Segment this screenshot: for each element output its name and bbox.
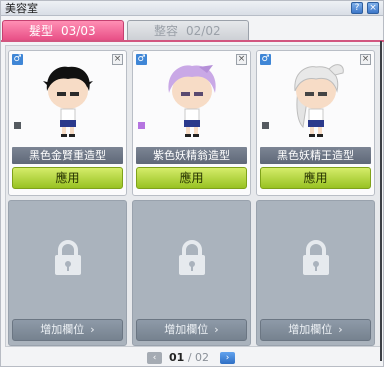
title-bar[interactable]: 美容室 ? × bbox=[1, 1, 383, 16]
add-slot-button[interactable]: 增加欄位 › bbox=[136, 319, 247, 341]
slot-panel: ♂ × 黑色金賢重造型 應用 ♂ × 紫色妖精翁造型 應用 ♂ × 黑色妖精王造… bbox=[5, 45, 381, 347]
page-indicator: 01 / 02 bbox=[169, 351, 209, 364]
add-slot-label: 增加欄位 bbox=[40, 323, 85, 336]
tab-face-label: 整容 bbox=[154, 24, 179, 38]
delete-icon[interactable]: × bbox=[112, 54, 123, 65]
hairstyle-card-2[interactable]: ♂ × 紫色妖精翁造型 應用 bbox=[132, 50, 251, 196]
color-swatch bbox=[14, 122, 21, 129]
total-pages: 02 bbox=[195, 351, 210, 364]
character-avatar bbox=[43, 66, 93, 137]
hairstyle-name: 黑色金賢重造型 bbox=[12, 147, 123, 164]
help-icon[interactable]: ? bbox=[351, 2, 363, 14]
hairstyle-card-3[interactable]: ♂ × 黑色妖精王造型 應用 bbox=[256, 50, 375, 196]
window-title: 美容室 bbox=[5, 2, 38, 15]
tab-hairstyle-label: 髮型 bbox=[29, 24, 54, 38]
add-slot-label: 增加欄位 bbox=[164, 323, 209, 336]
locked-slot-3: 增加欄位 › bbox=[256, 200, 375, 346]
male-icon: ♂ bbox=[12, 54, 23, 65]
window-edge bbox=[380, 41, 382, 361]
tab-divider bbox=[1, 40, 384, 42]
apply-button[interactable]: 應用 bbox=[136, 167, 247, 189]
beauty-salon-window: 美容室 ? × 髮型 03/03 整容 02/02 ♂ × 黑色金賢重造型 應用… bbox=[0, 0, 384, 367]
hairstyle-name: 紫色妖精翁造型 bbox=[136, 147, 247, 164]
male-icon: ♂ bbox=[260, 54, 271, 65]
hairstyle-card-1[interactable]: ♂ × 黑色金賢重造型 應用 bbox=[8, 50, 127, 196]
hairstyle-name: 黑色妖精王造型 bbox=[260, 147, 371, 164]
lock-icon bbox=[179, 240, 205, 275]
chevron-right-icon: › bbox=[214, 323, 219, 336]
page-separator: / bbox=[187, 351, 192, 364]
tab-hairstyle-count: 03/03 bbox=[61, 24, 96, 38]
next-page-button[interactable]: › bbox=[220, 352, 235, 364]
close-icon[interactable]: × bbox=[367, 2, 379, 14]
tab-bar: 髮型 03/03 整容 02/02 bbox=[1, 18, 384, 40]
locked-slot-2: 增加欄位 › bbox=[132, 200, 251, 346]
chevron-right-icon: › bbox=[90, 323, 95, 336]
current-page: 01 bbox=[169, 351, 185, 364]
color-swatch bbox=[138, 122, 145, 129]
tab-hairstyle[interactable]: 髮型 03/03 bbox=[2, 20, 124, 40]
lock-icon bbox=[303, 240, 329, 275]
tab-face[interactable]: 整容 02/02 bbox=[127, 20, 249, 40]
color-swatch bbox=[262, 122, 269, 129]
delete-icon[interactable]: × bbox=[236, 54, 247, 65]
locked-slot-1: 增加欄位 › bbox=[8, 200, 127, 346]
pagination: ‹ 01 / 02 › bbox=[147, 351, 243, 366]
character-avatar bbox=[168, 65, 216, 137]
prev-page-button[interactable]: ‹ bbox=[147, 352, 162, 364]
add-slot-label: 增加欄位 bbox=[288, 323, 333, 336]
chevron-right-icon: › bbox=[338, 323, 343, 336]
apply-button[interactable]: 應用 bbox=[12, 167, 123, 189]
apply-button[interactable]: 應用 bbox=[260, 167, 371, 189]
lock-icon bbox=[55, 240, 81, 275]
male-icon: ♂ bbox=[136, 54, 147, 65]
tab-face-count: 02/02 bbox=[186, 24, 221, 38]
delete-icon[interactable]: × bbox=[360, 54, 371, 65]
character-avatar bbox=[294, 64, 344, 137]
add-slot-button[interactable]: 增加欄位 › bbox=[12, 319, 123, 341]
add-slot-button[interactable]: 增加欄位 › bbox=[260, 319, 371, 341]
